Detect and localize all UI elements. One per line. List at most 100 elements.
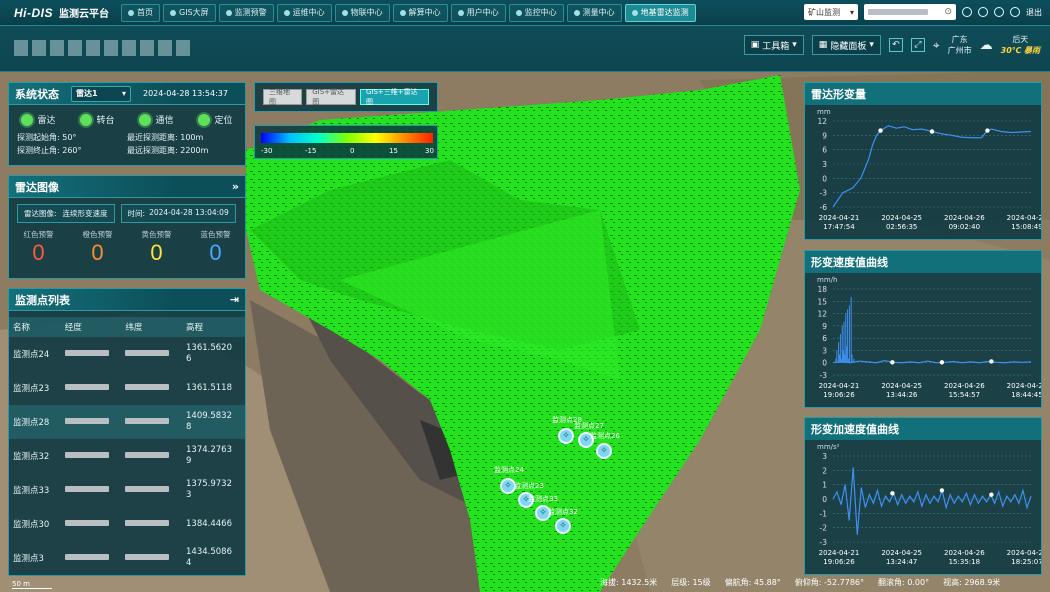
end-angle: 260° [62, 146, 82, 155]
x-tick-label: 19:06:26 [823, 558, 855, 566]
view-mode-button[interactable]: GIS+三维+雷达图 [359, 88, 429, 106]
alert-value: 0 [32, 240, 45, 265]
status-ok-icon [198, 113, 211, 126]
longitude-cell [61, 371, 122, 405]
search-input[interactable]: ⊙ [864, 4, 956, 20]
series-line [832, 360, 1032, 364]
fullscreen-icon[interactable]: ⤢ [910, 38, 925, 52]
nav-item[interactable]: 测量中心 [566, 3, 622, 22]
y-tick-label: 9 [822, 322, 827, 331]
chart-title: 形变加速度值曲线 [811, 422, 899, 436]
weather: 后天 30℃ 暴雨 [1001, 34, 1040, 56]
data-point[interactable] [989, 492, 994, 497]
heading: 偏航角: 45.88° [724, 578, 781, 587]
x-tick-label: 2024-04-25 [881, 549, 922, 557]
user-icon[interactable] [1010, 7, 1020, 17]
radar-select[interactable]: 雷达1 ▾ [71, 85, 131, 102]
site-select[interactable]: 矿山监测 ▾ [804, 4, 858, 20]
table-row[interactable]: 监测点28 1409.5832 8 [9, 405, 245, 439]
blurred-text [125, 554, 170, 560]
elevation-value-wrap: 9 [186, 456, 192, 466]
alert-value: 0 [209, 240, 222, 265]
blurred-text [64, 486, 109, 492]
bell-icon[interactable] [962, 7, 972, 17]
chart-panel-velocity: 形变速度值曲线 mm/h 18 15 12 9 6 3 0 -3 2024-04-21 19:06:2… [804, 250, 1047, 408]
back-icon[interactable]: ↶ [888, 38, 903, 52]
colorbar-tick: 30 [425, 147, 434, 155]
table-row[interactable]: 监测点33 1375.9732 3 [9, 473, 245, 507]
blurred-text [64, 418, 109, 424]
data-point[interactable] [939, 360, 945, 365]
column-header: 纬度 [125, 323, 143, 333]
data-point[interactable] [929, 129, 935, 134]
y-tick-label: -2 [820, 524, 828, 533]
longitude-cell [61, 337, 122, 371]
table-row[interactable]: 监测点30 1384.4466 [9, 507, 245, 541]
toolbox-icon: ▣ [750, 40, 760, 50]
view-mode-button[interactable]: 三维地图 [263, 88, 303, 106]
x-tick-label: 13:44:26 [886, 391, 918, 399]
table-row[interactable]: 监测点32 1374.2763 9 [9, 439, 245, 473]
status-items: 雷达 转台 通信 定位 [9, 113, 245, 126]
globe-icon[interactable] [978, 7, 988, 17]
colorbar-gradient [261, 133, 433, 143]
alert-label: 蓝色预警 [200, 230, 231, 239]
y-tick-label: 3 [822, 452, 827, 461]
data-point[interactable] [989, 359, 994, 364]
nav-item[interactable]: 物联中心 [334, 3, 390, 22]
nav-item[interactable]: 解算中心 [392, 3, 448, 22]
monitor-point-marker[interactable]: ✧ [558, 428, 574, 444]
status-indicator: 雷达 [21, 113, 56, 126]
elevation-value-wrap: 3 [186, 490, 192, 500]
blurred-page-title [14, 40, 190, 56]
monitor-point-marker[interactable]: ✧ [596, 443, 612, 459]
nav-item[interactable]: GIS大屏 [163, 3, 216, 22]
min-dist-label: 最近探测距离: [127, 133, 178, 142]
toolbox-button[interactable]: ▣ 工具箱 ▾ [743, 35, 804, 55]
max-dist: 2200m [180, 146, 209, 155]
latitude-cell [121, 473, 182, 507]
table-row[interactable]: 监测点23 1361.5118 [9, 371, 245, 405]
colorbar-tick: 15 [389, 147, 398, 155]
nav-item[interactable]: 地基雷达监测 [624, 3, 696, 22]
nav-icon [457, 9, 464, 16]
data-point[interactable] [878, 128, 883, 133]
latitude-cell [121, 541, 182, 575]
alert-label: 黄色预警 [141, 230, 172, 239]
nav-item[interactable]: 用户中心 [450, 3, 506, 22]
deformation-chart: 雷达形变量 mm12 9 6 3 0 -3 -6 2024-04-2117:47:54 2024-… [805, 83, 1047, 231]
nav-item[interactable]: 监控中心 [508, 3, 564, 22]
y-axis-unit: mm/h [817, 276, 837, 284]
cloud-icon: ☁ [979, 37, 993, 53]
y-tick-label: 3 [822, 346, 827, 355]
nav-item[interactable]: 首页 [121, 3, 160, 22]
expand-icon[interactable]: » [232, 180, 239, 193]
x-tick-label: 18:25:07 [1011, 558, 1041, 566]
data-point[interactable] [890, 491, 895, 496]
table-row[interactable]: 监测点3 1434.5086 4 [9, 541, 245, 575]
view-mode-button[interactable]: GIS+雷达图 [306, 88, 356, 106]
x-tick-label: 15:08:49 [1011, 223, 1041, 231]
elevation-cell: 1434.5086 4 [182, 541, 245, 575]
logout-link[interactable]: 退出 [1026, 7, 1042, 18]
nav-item[interactable]: 运维中心 [276, 3, 332, 22]
help-icon[interactable] [994, 7, 1004, 17]
image-type-value[interactable]: 连续形变速度 [63, 208, 108, 219]
hide-panel-button[interactable]: ▦ 隐藏面板 ▾ [811, 35, 881, 55]
status-time: 2024-04-28 13:54:37 [143, 89, 228, 98]
time-value[interactable]: 2024-04-28 13:04:09 [149, 208, 229, 219]
nav-item[interactable]: 监测预警 [218, 3, 274, 22]
elevation-cell: 1361.5620 6 [182, 337, 245, 371]
blurred-text [125, 520, 170, 526]
export-icon[interactable]: ⇥ [230, 293, 239, 306]
table-row[interactable]: 监测点24 1361.5620 6 [9, 337, 245, 371]
panel-title: 监测点列表 [15, 293, 70, 307]
elevation-value: 1374.2763 [186, 445, 232, 455]
data-point[interactable] [890, 360, 895, 365]
elevation-value-wrap: 6 [186, 354, 192, 364]
data-point[interactable] [939, 488, 945, 493]
marker-label: 监测点32 [548, 508, 578, 516]
monitor-point-marker[interactable]: ✧ [555, 518, 571, 534]
data-point[interactable] [985, 128, 990, 133]
y-tick-label: 12 [817, 117, 827, 126]
